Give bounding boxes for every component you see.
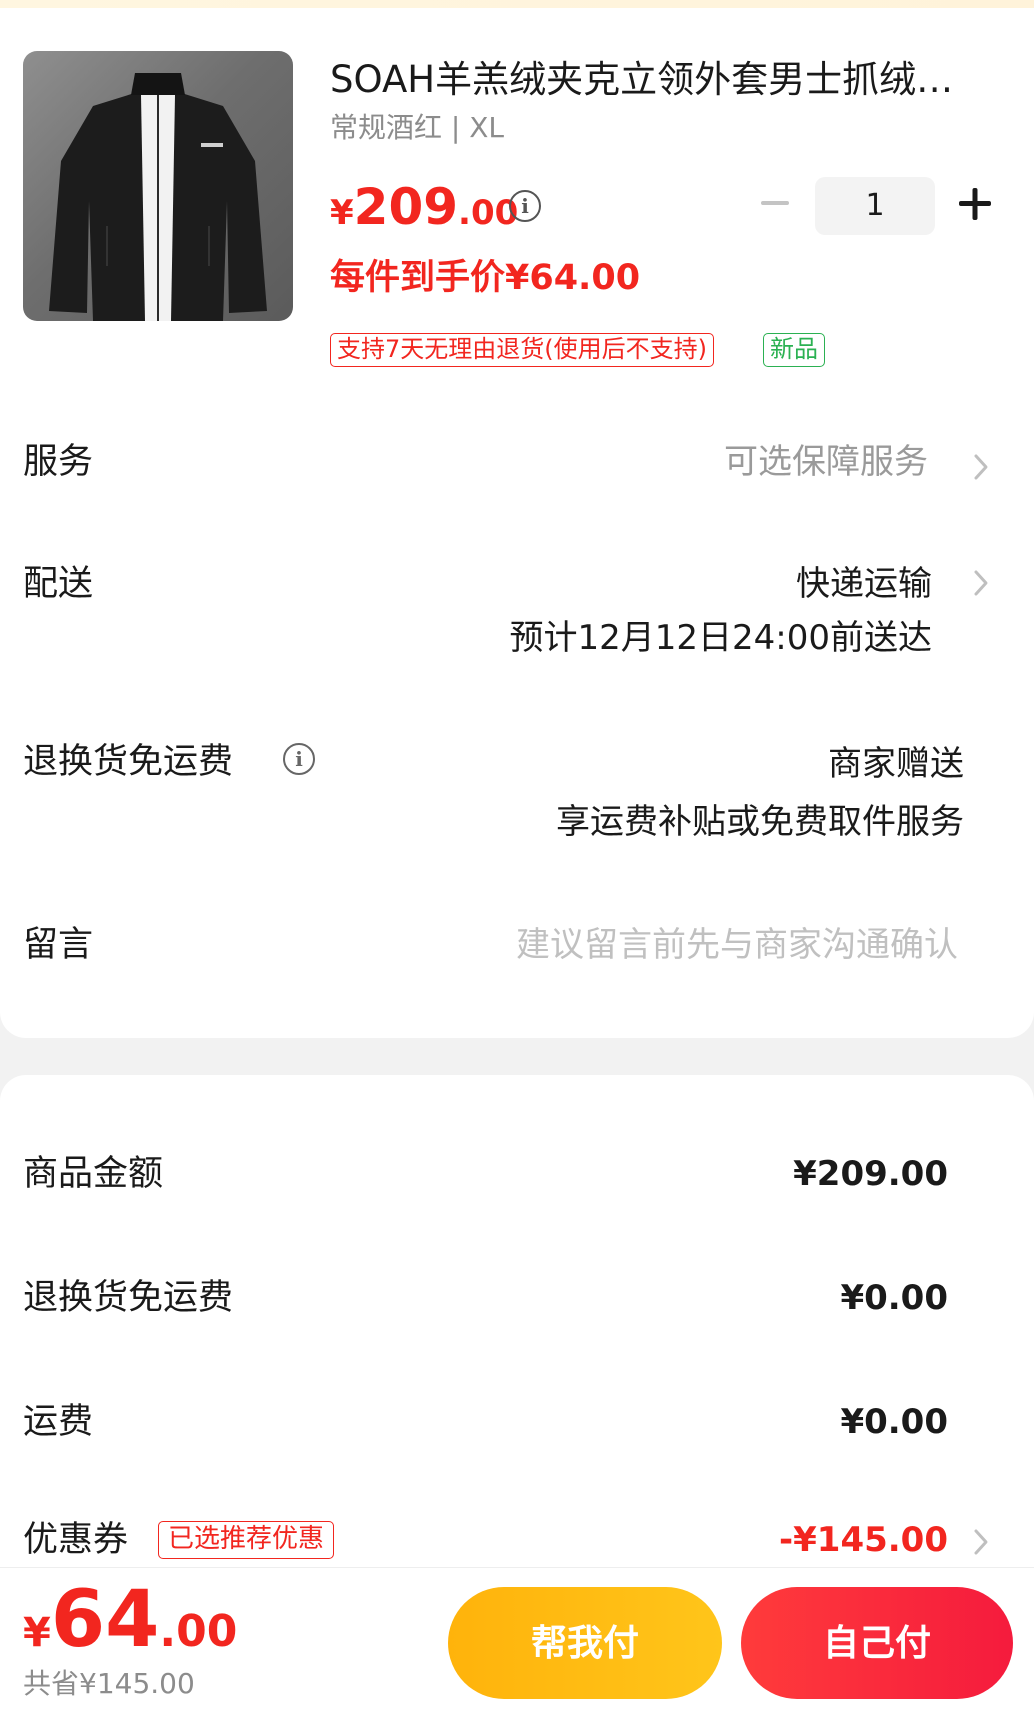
- shipping-fee-label: 运费: [23, 1402, 94, 1442]
- message-input[interactable]: 建议留言前先与商家沟通确认: [516, 921, 958, 969]
- goods-amount-label: 商品金额: [23, 1154, 164, 1194]
- quantity-input[interactable]: 1: [815, 177, 935, 235]
- return-shipping-fee-label: 退换货免运费: [23, 1278, 234, 1318]
- product-spec[interactable]: 常规酒红 | XL: [330, 108, 504, 148]
- service-label: 服务: [23, 442, 94, 482]
- message-label: 留言: [23, 925, 94, 965]
- new-product-tag: 新品: [763, 333, 825, 367]
- price-info-button[interactable]: i: [509, 190, 541, 222]
- plus-icon: [959, 188, 991, 220]
- return-shipping-detail: 享运费补贴或免费取件服务: [556, 802, 964, 842]
- pay-myself-button[interactable]: 自己付: [741, 1587, 1013, 1699]
- top-strip: [0, 0, 1034, 8]
- return-policy-tag: 支持7天无理由退货(使用后不支持): [330, 333, 714, 367]
- shipping-fee-value: ¥0.00: [840, 1402, 948, 1442]
- goods-amount-value: ¥209.00: [793, 1154, 948, 1194]
- coupon-label: 优惠券: [23, 1520, 129, 1560]
- info-icon: i: [509, 190, 541, 222]
- chevron-right-icon[interactable]: [972, 568, 990, 598]
- saved-amount: 共省¥145.00: [23, 1667, 195, 1700]
- coupon-recommended-tag[interactable]: 已选推荐优惠: [158, 1521, 335, 1559]
- info-icon: i: [283, 743, 315, 775]
- help-me-pay-button[interactable]: 帮我付: [448, 1587, 722, 1699]
- quantity-increase-button[interactable]: [955, 184, 995, 224]
- product-price: ¥209.00: [330, 178, 518, 236]
- total-decimal: .00: [159, 1606, 238, 1657]
- minus-icon: [761, 201, 789, 205]
- chevron-right-icon[interactable]: [972, 452, 990, 482]
- coupon-value[interactable]: -¥145.00: [779, 1516, 948, 1564]
- chevron-right-icon[interactable]: [972, 1527, 990, 1557]
- product-title[interactable]: SOAH羊羔绒夹克立领外套男士抓绒…: [330, 54, 1000, 106]
- total-currency: ¥: [23, 1610, 51, 1656]
- total-integer: 64: [50, 1575, 160, 1665]
- return-shipping-info-button[interactable]: i: [283, 743, 315, 775]
- final-unit-price: 每件到手价¥64.00: [330, 258, 641, 298]
- return-shipping-value: 商家赠送: [828, 744, 964, 784]
- price-currency: ¥: [330, 193, 354, 233]
- return-shipping-fee-value: ¥0.00: [840, 1278, 948, 1318]
- return-shipping-label: 退换货免运费: [23, 742, 234, 782]
- quantity-decrease-button[interactable]: [758, 186, 792, 220]
- service-value[interactable]: 可选保障服务: [724, 438, 928, 486]
- delivery-method[interactable]: 快递运输: [796, 560, 932, 608]
- delivery-label: 配送: [23, 564, 94, 604]
- delivery-eta: 预计12月12日24:00前送达: [509, 618, 932, 658]
- price-integer: 209: [353, 178, 459, 236]
- product-image[interactable]: [23, 51, 293, 321]
- total-price: ¥64.00: [23, 1577, 237, 1663]
